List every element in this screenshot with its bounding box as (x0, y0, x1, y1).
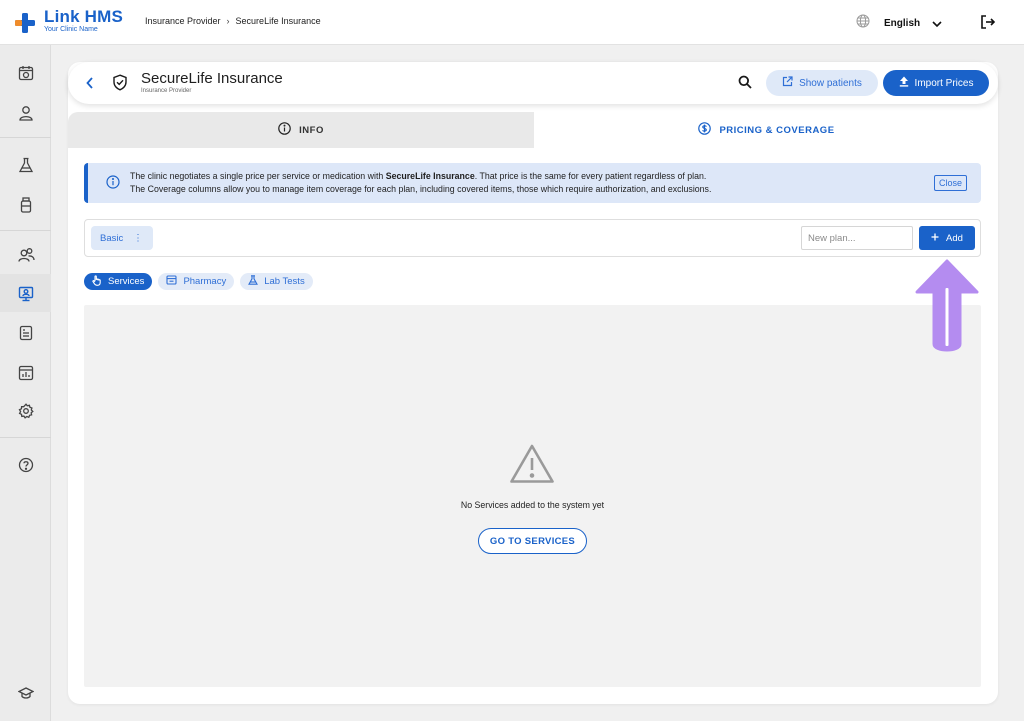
breadcrumb-parent[interactable]: Insurance Provider (145, 16, 221, 26)
help-icon[interactable] (16, 455, 36, 475)
language-selector[interactable]: English (856, 14, 942, 33)
app-logo[interactable]: Link HMS Your Clinic Name (14, 8, 123, 34)
back-button[interactable] (86, 76, 94, 94)
category-filter: Services Pharmacy Lab Tests (84, 273, 313, 290)
globe-icon (856, 14, 870, 33)
warning-icon (509, 443, 555, 490)
show-patients-label: Show patients (799, 77, 862, 89)
logout-button[interactable] (980, 14, 996, 35)
filter-lab-tests-label: Lab Tests (264, 276, 305, 287)
page-header: SecureLife Insurance Insurance Provider … (68, 62, 998, 104)
show-patients-button[interactable]: Show patients (766, 70, 878, 96)
app-name: Link HMS (44, 7, 124, 26)
import-prices-button[interactable]: Import Prices (883, 70, 989, 96)
flask-icon[interactable] (16, 155, 36, 175)
info-alert: The clinic negotiates a single price per… (84, 163, 981, 203)
alert-line-2: The Coverage columns allow you to manage… (130, 184, 712, 194)
top-bar: Link HMS Your Clinic Name Insurance Prov… (0, 0, 1024, 45)
annotation-arrow-icon (914, 258, 980, 361)
page-subtitle: Insurance Provider (141, 88, 192, 94)
sidebar (0, 45, 51, 721)
plus-icon (931, 233, 939, 244)
chevron-left-icon (86, 76, 94, 93)
tab-pricing-label: PRICING & COVERAGE (719, 124, 835, 136)
tab-info[interactable]: INFO (68, 112, 534, 148)
info-icon (106, 175, 120, 194)
tab-bar: INFO PRICING & COVERAGE (68, 112, 998, 148)
chart-icon[interactable] (16, 363, 36, 383)
empty-state: No Services added to the system yet GO T… (84, 305, 981, 687)
clinic-name: Your Clinic Name (44, 26, 98, 33)
logout-icon (980, 15, 996, 34)
plan-chip-basic[interactable]: Basic ⋮ (91, 226, 153, 250)
page-title: SecureLife Insurance (141, 70, 283, 87)
breadcrumb-current: SecureLife Insurance (235, 16, 321, 26)
calendar-icon[interactable] (16, 63, 36, 83)
medicine-bottle-icon[interactable] (16, 195, 36, 215)
upload-icon (899, 76, 909, 90)
hand-icon (92, 274, 102, 289)
graduation-cap-icon[interactable] (16, 683, 36, 703)
logo-cross-icon (14, 12, 36, 34)
alert-message: The clinic negotiates a single price per… (130, 170, 711, 196)
sidebar-divider (0, 437, 51, 438)
empty-message: No Services added to the system yet (460, 500, 605, 510)
report-icon[interactable] (16, 323, 36, 343)
go-to-services-button[interactable]: GO TO SERVICES (478, 528, 587, 554)
info-icon (278, 122, 291, 138)
add-plan-button[interactable]: Add (919, 226, 975, 250)
alert-line-1: The clinic negotiates a single price per… (130, 171, 707, 181)
plan-bar: Basic ⋮ Add (84, 219, 981, 257)
settings-icon[interactable] (16, 401, 36, 421)
chevron-down-icon (932, 15, 942, 33)
filter-lab-tests[interactable]: Lab Tests (240, 273, 313, 290)
sidebar-divider (0, 230, 51, 231)
filter-pharmacy-label: Pharmacy (183, 276, 227, 287)
search-button[interactable] (738, 75, 752, 94)
external-link-icon (782, 76, 793, 90)
users-icon[interactable] (16, 245, 36, 265)
dollar-icon (698, 122, 712, 138)
user-icon[interactable] (16, 103, 36, 123)
tab-info-label: INFO (299, 124, 324, 136)
new-plan-input[interactable] (801, 226, 913, 250)
breadcrumb: Insurance Provider › SecureLife Insuranc… (145, 16, 321, 26)
close-alert-button[interactable]: Close (934, 175, 968, 191)
search-icon (738, 75, 752, 93)
filter-services-label: Services (108, 276, 145, 287)
import-prices-label: Import Prices (914, 77, 974, 89)
monitor-icon[interactable] (16, 284, 36, 304)
provider-name: SecureLife Insurance (385, 171, 475, 181)
kebab-menu-icon[interactable]: ⋮ (133, 233, 143, 244)
filter-pharmacy[interactable]: Pharmacy (158, 273, 235, 290)
shield-check-icon (112, 74, 128, 96)
sidebar-divider (0, 137, 51, 138)
filter-services[interactable]: Services (84, 273, 153, 290)
pharmacy-icon (166, 275, 177, 288)
breadcrumb-separator: › (226, 16, 230, 26)
add-label: Add (946, 232, 963, 244)
language-label: English (884, 18, 921, 29)
flask-icon (248, 275, 259, 288)
tab-pricing-coverage[interactable]: PRICING & COVERAGE (535, 112, 998, 148)
plan-label: Basic (100, 232, 124, 244)
